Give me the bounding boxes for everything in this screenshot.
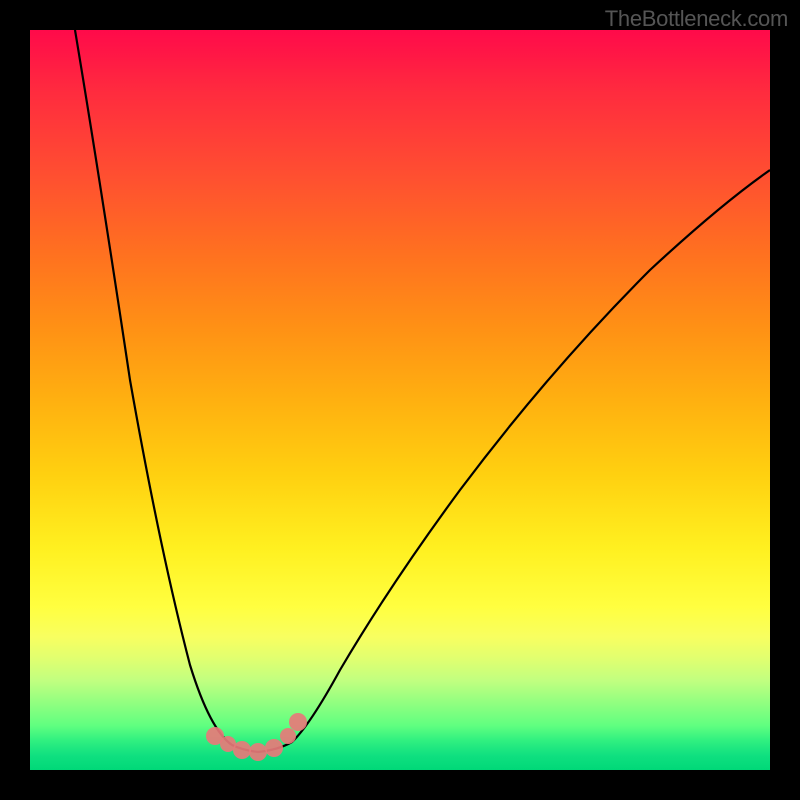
watermark-text: TheBottleneck.com xyxy=(605,6,788,32)
curve-left-branch xyxy=(75,30,258,752)
marker-dot xyxy=(289,713,307,731)
marker-dot xyxy=(249,743,267,761)
curve-right-branch xyxy=(258,170,770,752)
chart-area xyxy=(30,30,770,770)
marker-dot xyxy=(265,739,283,757)
curve-overlay xyxy=(30,30,770,770)
marker-dot xyxy=(280,728,296,744)
marker-group xyxy=(206,713,307,761)
marker-dot xyxy=(233,741,251,759)
